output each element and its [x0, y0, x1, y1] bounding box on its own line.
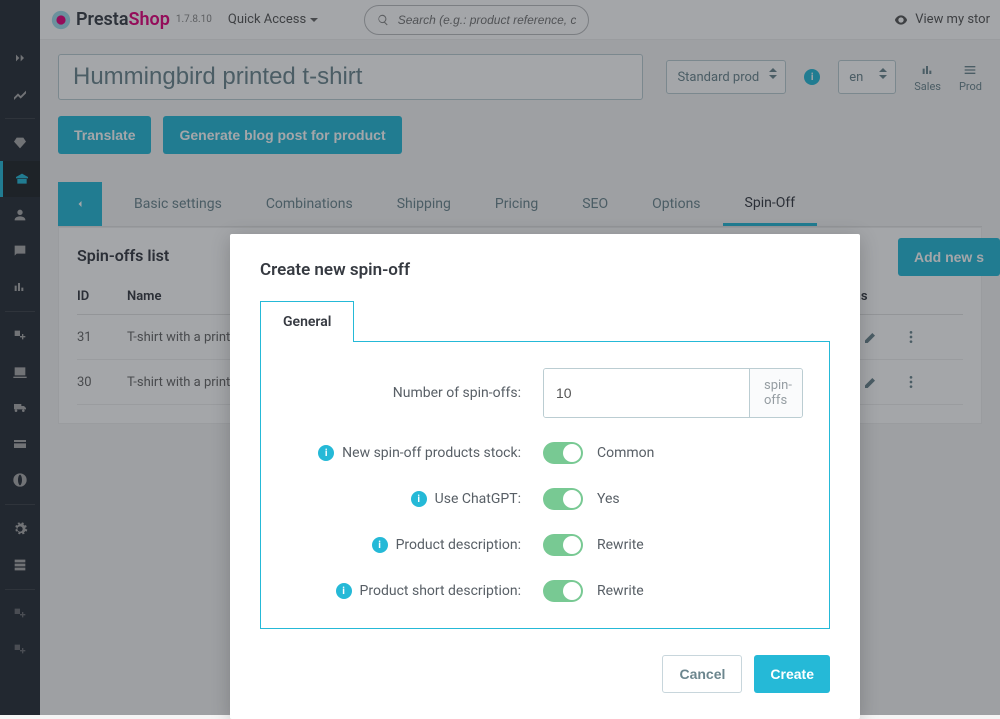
- create-button[interactable]: Create: [754, 655, 830, 693]
- info-icon[interactable]: i: [411, 491, 427, 507]
- info-icon[interactable]: i: [318, 445, 334, 461]
- description-toggle[interactable]: [543, 534, 583, 556]
- modal-tab-general[interactable]: General: [260, 301, 354, 342]
- input-suffix: spin-offs: [749, 369, 803, 417]
- short-description-toggle[interactable]: [543, 580, 583, 602]
- description-toggle-value: Rewrite: [597, 537, 644, 553]
- stock-toggle[interactable]: [543, 442, 583, 464]
- chatgpt-toggle-value: Yes: [597, 491, 620, 507]
- stock-toggle-value: Common: [597, 445, 654, 461]
- modal-title: Create new spin-off: [260, 260, 830, 280]
- short-description-toggle-value: Rewrite: [597, 583, 644, 599]
- create-spinoff-modal: Create new spin-off General Number of sp…: [230, 234, 860, 719]
- label-number: Number of spin-offs:: [283, 385, 543, 401]
- info-icon[interactable]: i: [336, 583, 352, 599]
- info-icon[interactable]: i: [372, 537, 388, 553]
- number-of-spinoffs-input[interactable]: [544, 369, 749, 417]
- chatgpt-toggle[interactable]: [543, 488, 583, 510]
- cancel-button[interactable]: Cancel: [662, 655, 742, 693]
